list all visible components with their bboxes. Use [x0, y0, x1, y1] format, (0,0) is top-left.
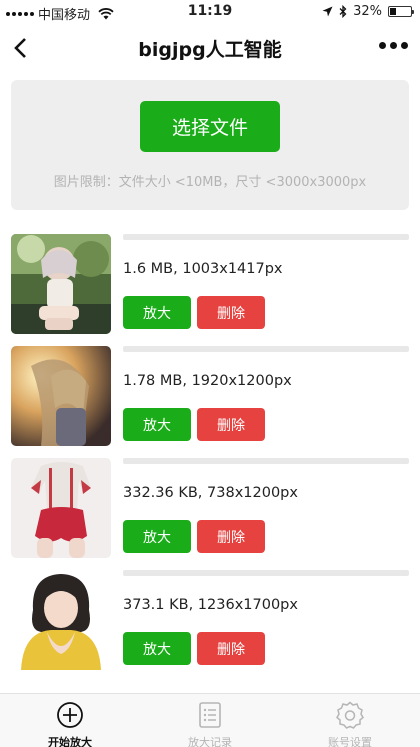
file-info: 332.36 KB, 738x1200px [123, 485, 298, 501]
more-dot-icon [390, 42, 397, 49]
delete-button[interactable]: 删除 [197, 632, 265, 665]
file-info: 373.1 KB, 1236x1700px [123, 597, 298, 613]
list-icon [199, 702, 221, 728]
upload-limit-text: 图片限制：文件大小 <10MB，尺寸 <3000x3000px [53, 175, 367, 190]
location-arrow-icon [322, 6, 333, 17]
tab-label: 放大记录 [188, 736, 232, 747]
enlarge-button[interactable]: 放大 [123, 520, 191, 553]
delete-button[interactable]: 删除 [197, 408, 265, 441]
upload-progress-bar [123, 234, 409, 240]
anime-girl-sunset-image [11, 346, 111, 446]
file-item: 373.1 KB, 1236x1700px 放大 删除 [0, 569, 420, 672]
anime-girl-yellow-image [11, 570, 111, 670]
file-item: 332.36 KB, 738x1200px 放大 删除 [0, 457, 420, 560]
battery-icon [388, 6, 414, 17]
tab-bar: 开始放大 放大记录 账号设置 [0, 693, 420, 747]
enlarge-button[interactable]: 放大 [123, 296, 191, 329]
sportswear-figure-image [11, 458, 111, 558]
more-options-button[interactable] [379, 42, 408, 49]
file-info: 1.78 MB, 1920x1200px [123, 373, 292, 389]
delete-button[interactable]: 删除 [197, 520, 265, 553]
nav-bar: bigjpg人工智能 [0, 24, 420, 72]
upload-progress-bar [123, 346, 409, 352]
file-thumbnail[interactable] [11, 570, 111, 670]
file-thumbnail[interactable] [11, 458, 111, 558]
tab-label: 账号设置 [328, 736, 372, 747]
plus-circle-icon [57, 702, 83, 728]
more-dot-icon [401, 42, 408, 49]
file-thumbnail[interactable] [11, 234, 111, 334]
upload-progress-bar [123, 458, 409, 464]
gear-icon [336, 701, 364, 729]
more-dot-icon [379, 42, 386, 49]
delete-button[interactable]: 删除 [197, 296, 265, 329]
tab-label: 开始放大 [48, 736, 92, 747]
file-item: 1.78 MB, 1920x1200px 放大 删除 [0, 345, 420, 448]
bluetooth-icon [339, 5, 347, 18]
anime-girl-forest-image [11, 234, 111, 334]
tab-start-enlarge[interactable]: 开始放大 [0, 694, 140, 747]
battery-percent: 32% [353, 4, 382, 19]
status-right: 32% [322, 4, 414, 19]
tab-account-settings[interactable]: 账号设置 [280, 694, 420, 747]
enlarge-button[interactable]: 放大 [123, 408, 191, 441]
upload-panel: 选择文件 图片限制：文件大小 <10MB，尺寸 <3000x3000px [11, 80, 409, 210]
file-thumbnail[interactable] [11, 346, 111, 446]
tab-enlarge-history[interactable]: 放大记录 [140, 694, 280, 747]
status-bar: 中国移动 11:19 32% [0, 0, 420, 24]
file-item: 1.6 MB, 1003x1417px 放大 删除 [0, 233, 420, 336]
page-title: bigjpg人工智能 [138, 39, 282, 61]
enlarge-button[interactable]: 放大 [123, 632, 191, 665]
choose-file-button[interactable]: 选择文件 [140, 101, 280, 152]
file-info: 1.6 MB, 1003x1417px [123, 261, 283, 277]
upload-progress-bar [123, 570, 409, 576]
